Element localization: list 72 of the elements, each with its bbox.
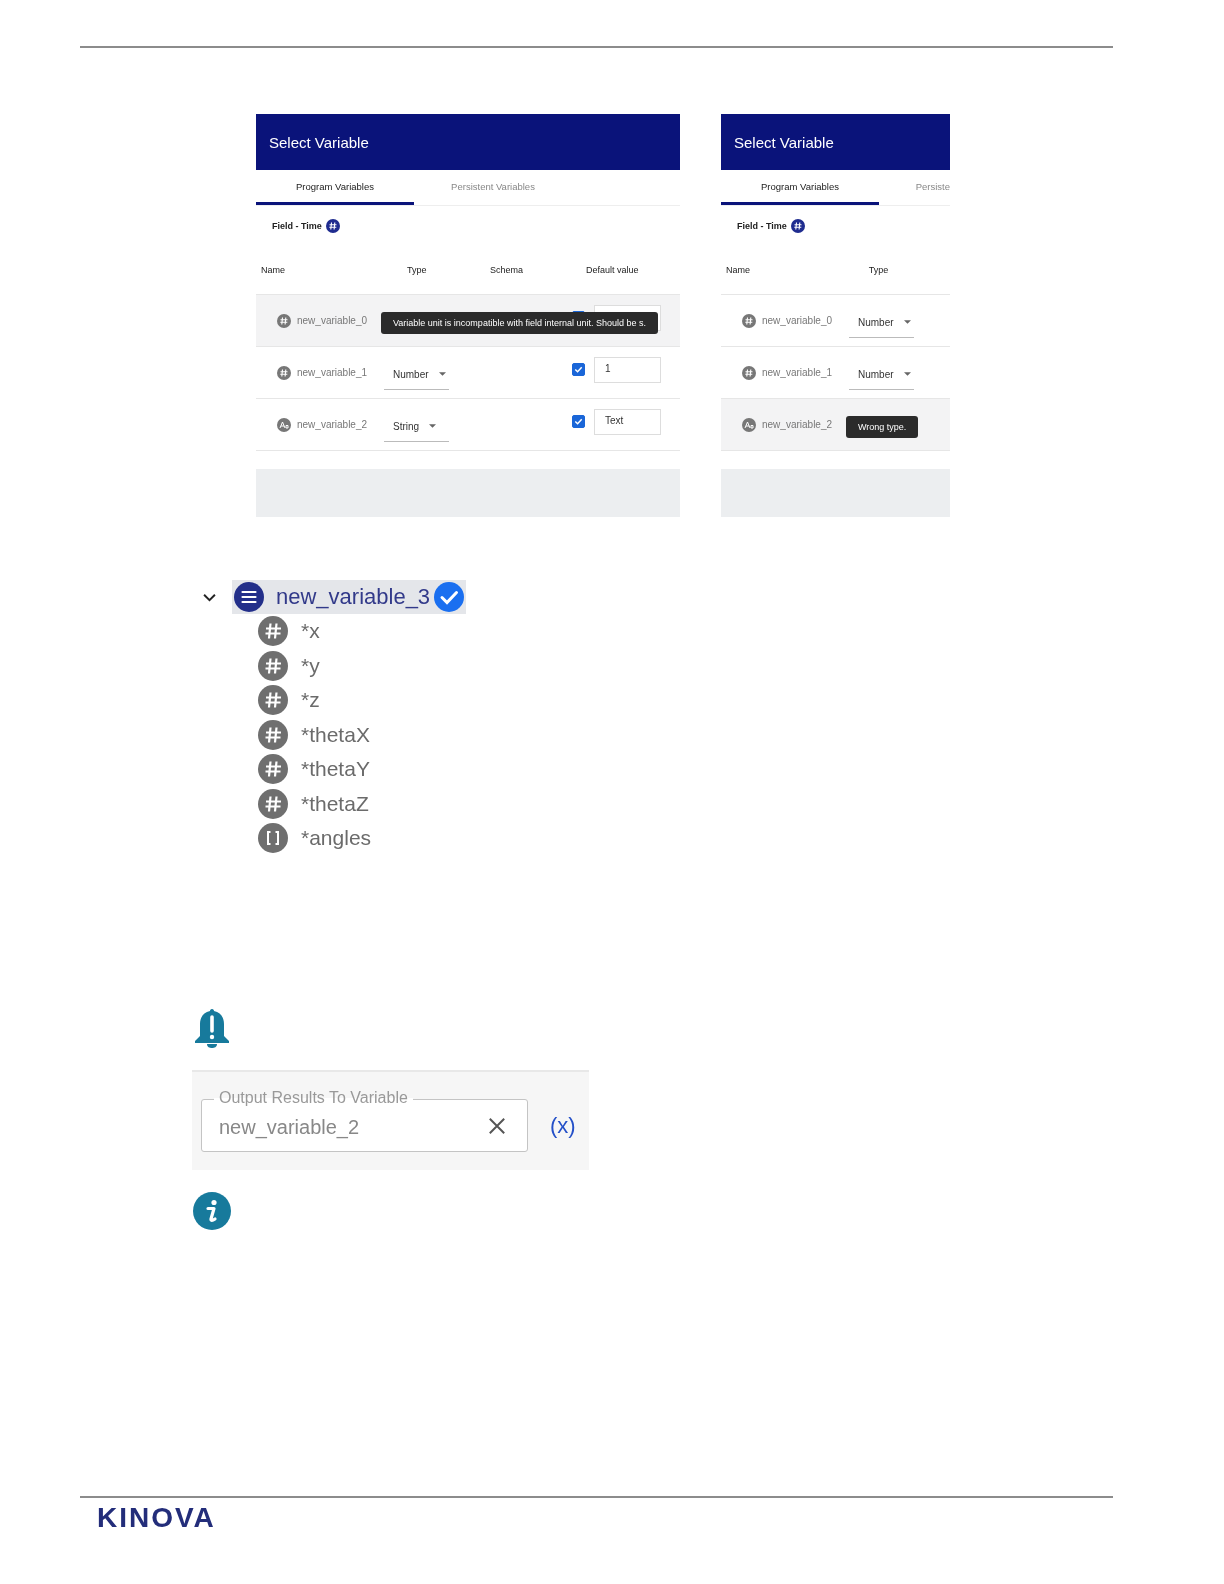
- text-type-icon: [742, 417, 756, 432]
- tooltip: Variable unit is incompatible with field internal unit. Should be s.: [381, 312, 658, 334]
- default-value-field[interactable]: Text: [594, 408, 661, 435]
- table-row[interactable]: new_variable_1 Number 1: [256, 347, 680, 399]
- number-type-icon: [790, 219, 805, 233]
- table-row[interactable]: new_variable_2 String Text: [256, 399, 680, 451]
- list-icon: [234, 582, 264, 612]
- tab[interactable]: Program Variables: [721, 170, 879, 205]
- tooltip: Wrong type.: [846, 416, 919, 438]
- number-type-icon: [258, 719, 288, 750]
- column-header: Type: [868, 265, 890, 275]
- variable-name: new_variable_2: [762, 419, 833, 430]
- variable-name: new_variable_1: [297, 367, 368, 378]
- variable-button[interactable]: (x): [550, 1112, 576, 1139]
- tree-item[interactable]: *y: [301, 653, 320, 678]
- checkbox[interactable]: [572, 415, 585, 428]
- type-dropdown[interactable]: Number: [849, 359, 914, 390]
- field-label: Field - Time: [272, 221, 322, 231]
- type-dropdown[interactable]: Number: [849, 307, 914, 338]
- column-header: Schema: [490, 265, 525, 275]
- column-header: Name: [726, 265, 751, 275]
- caret-icon: [429, 424, 437, 428]
- variable-name: new_variable_1: [762, 367, 833, 378]
- field-label: Output Results To Variable: [214, 1088, 413, 1108]
- info-icon: [193, 1191, 231, 1230]
- number-type-icon: [258, 685, 288, 716]
- column-header: Name: [261, 265, 286, 275]
- array-type-icon: [258, 823, 288, 854]
- column-header: Type: [407, 265, 428, 275]
- number-type-icon: [258, 650, 288, 681]
- tab[interactable]: Persiste: [879, 170, 950, 205]
- number-type-icon: [258, 616, 288, 647]
- number-type-icon: [277, 313, 291, 328]
- tab[interactable]: Program Variables: [256, 170, 414, 205]
- tree-item[interactable]: *thetaY: [301, 757, 370, 782]
- tree-item[interactable]: *thetaZ: [301, 791, 369, 816]
- number-type-icon: [742, 313, 756, 328]
- table-row[interactable]: new_variable_0 Variable unit is incompatible with field internal unit. Should be s.: [256, 295, 680, 347]
- caret-icon: [438, 372, 446, 376]
- bell-alert-icon: [193, 1007, 231, 1048]
- variable-name: new_variable_0: [297, 315, 368, 326]
- column-header: Default value: [586, 265, 639, 275]
- checkbox[interactable]: [572, 363, 585, 376]
- variable-name: new_variable_2: [297, 419, 368, 430]
- table-row[interactable]: new_variable_2 Wrong type.: [721, 399, 950, 451]
- number-type-icon: [742, 365, 756, 380]
- tree-item[interactable]: *angles: [301, 826, 372, 851]
- chevron-down-icon[interactable]: [203, 592, 216, 602]
- field-label: Field - Time: [737, 221, 787, 231]
- number-type-icon: [258, 788, 288, 819]
- tree-item[interactable]: *z: [301, 688, 320, 713]
- logo: KINOVA: [97, 1502, 216, 1534]
- tab[interactable]: Persistent Variables: [414, 170, 572, 205]
- dialog-title: Select Variable: [734, 133, 834, 151]
- caret-icon: [903, 320, 911, 324]
- tree-item[interactable]: *thetaX: [301, 722, 370, 747]
- type-dropdown[interactable]: Number: [384, 359, 449, 390]
- caret-icon: [903, 372, 911, 376]
- dialog-title: Select Variable: [269, 133, 369, 151]
- number-type-icon: [258, 754, 288, 785]
- number-type-icon: [325, 219, 340, 233]
- check-circle-icon: [434, 582, 465, 612]
- table-row[interactable]: new_variable_0 Number: [721, 295, 950, 347]
- default-value-field[interactable]: 1: [594, 356, 661, 383]
- variable-name: new_variable_0: [762, 315, 833, 326]
- number-type-icon: [277, 365, 291, 380]
- text-type-icon: [277, 417, 291, 432]
- tree-item[interactable]: *x: [301, 619, 320, 644]
- type-dropdown[interactable]: String: [384, 411, 449, 442]
- output-variable-field[interactable]: Output Results To Variable new_variable_2: [201, 1088, 528, 1152]
- close-icon[interactable]: [488, 1116, 506, 1135]
- tree-item[interactable]: new_variable_3: [232, 580, 467, 614]
